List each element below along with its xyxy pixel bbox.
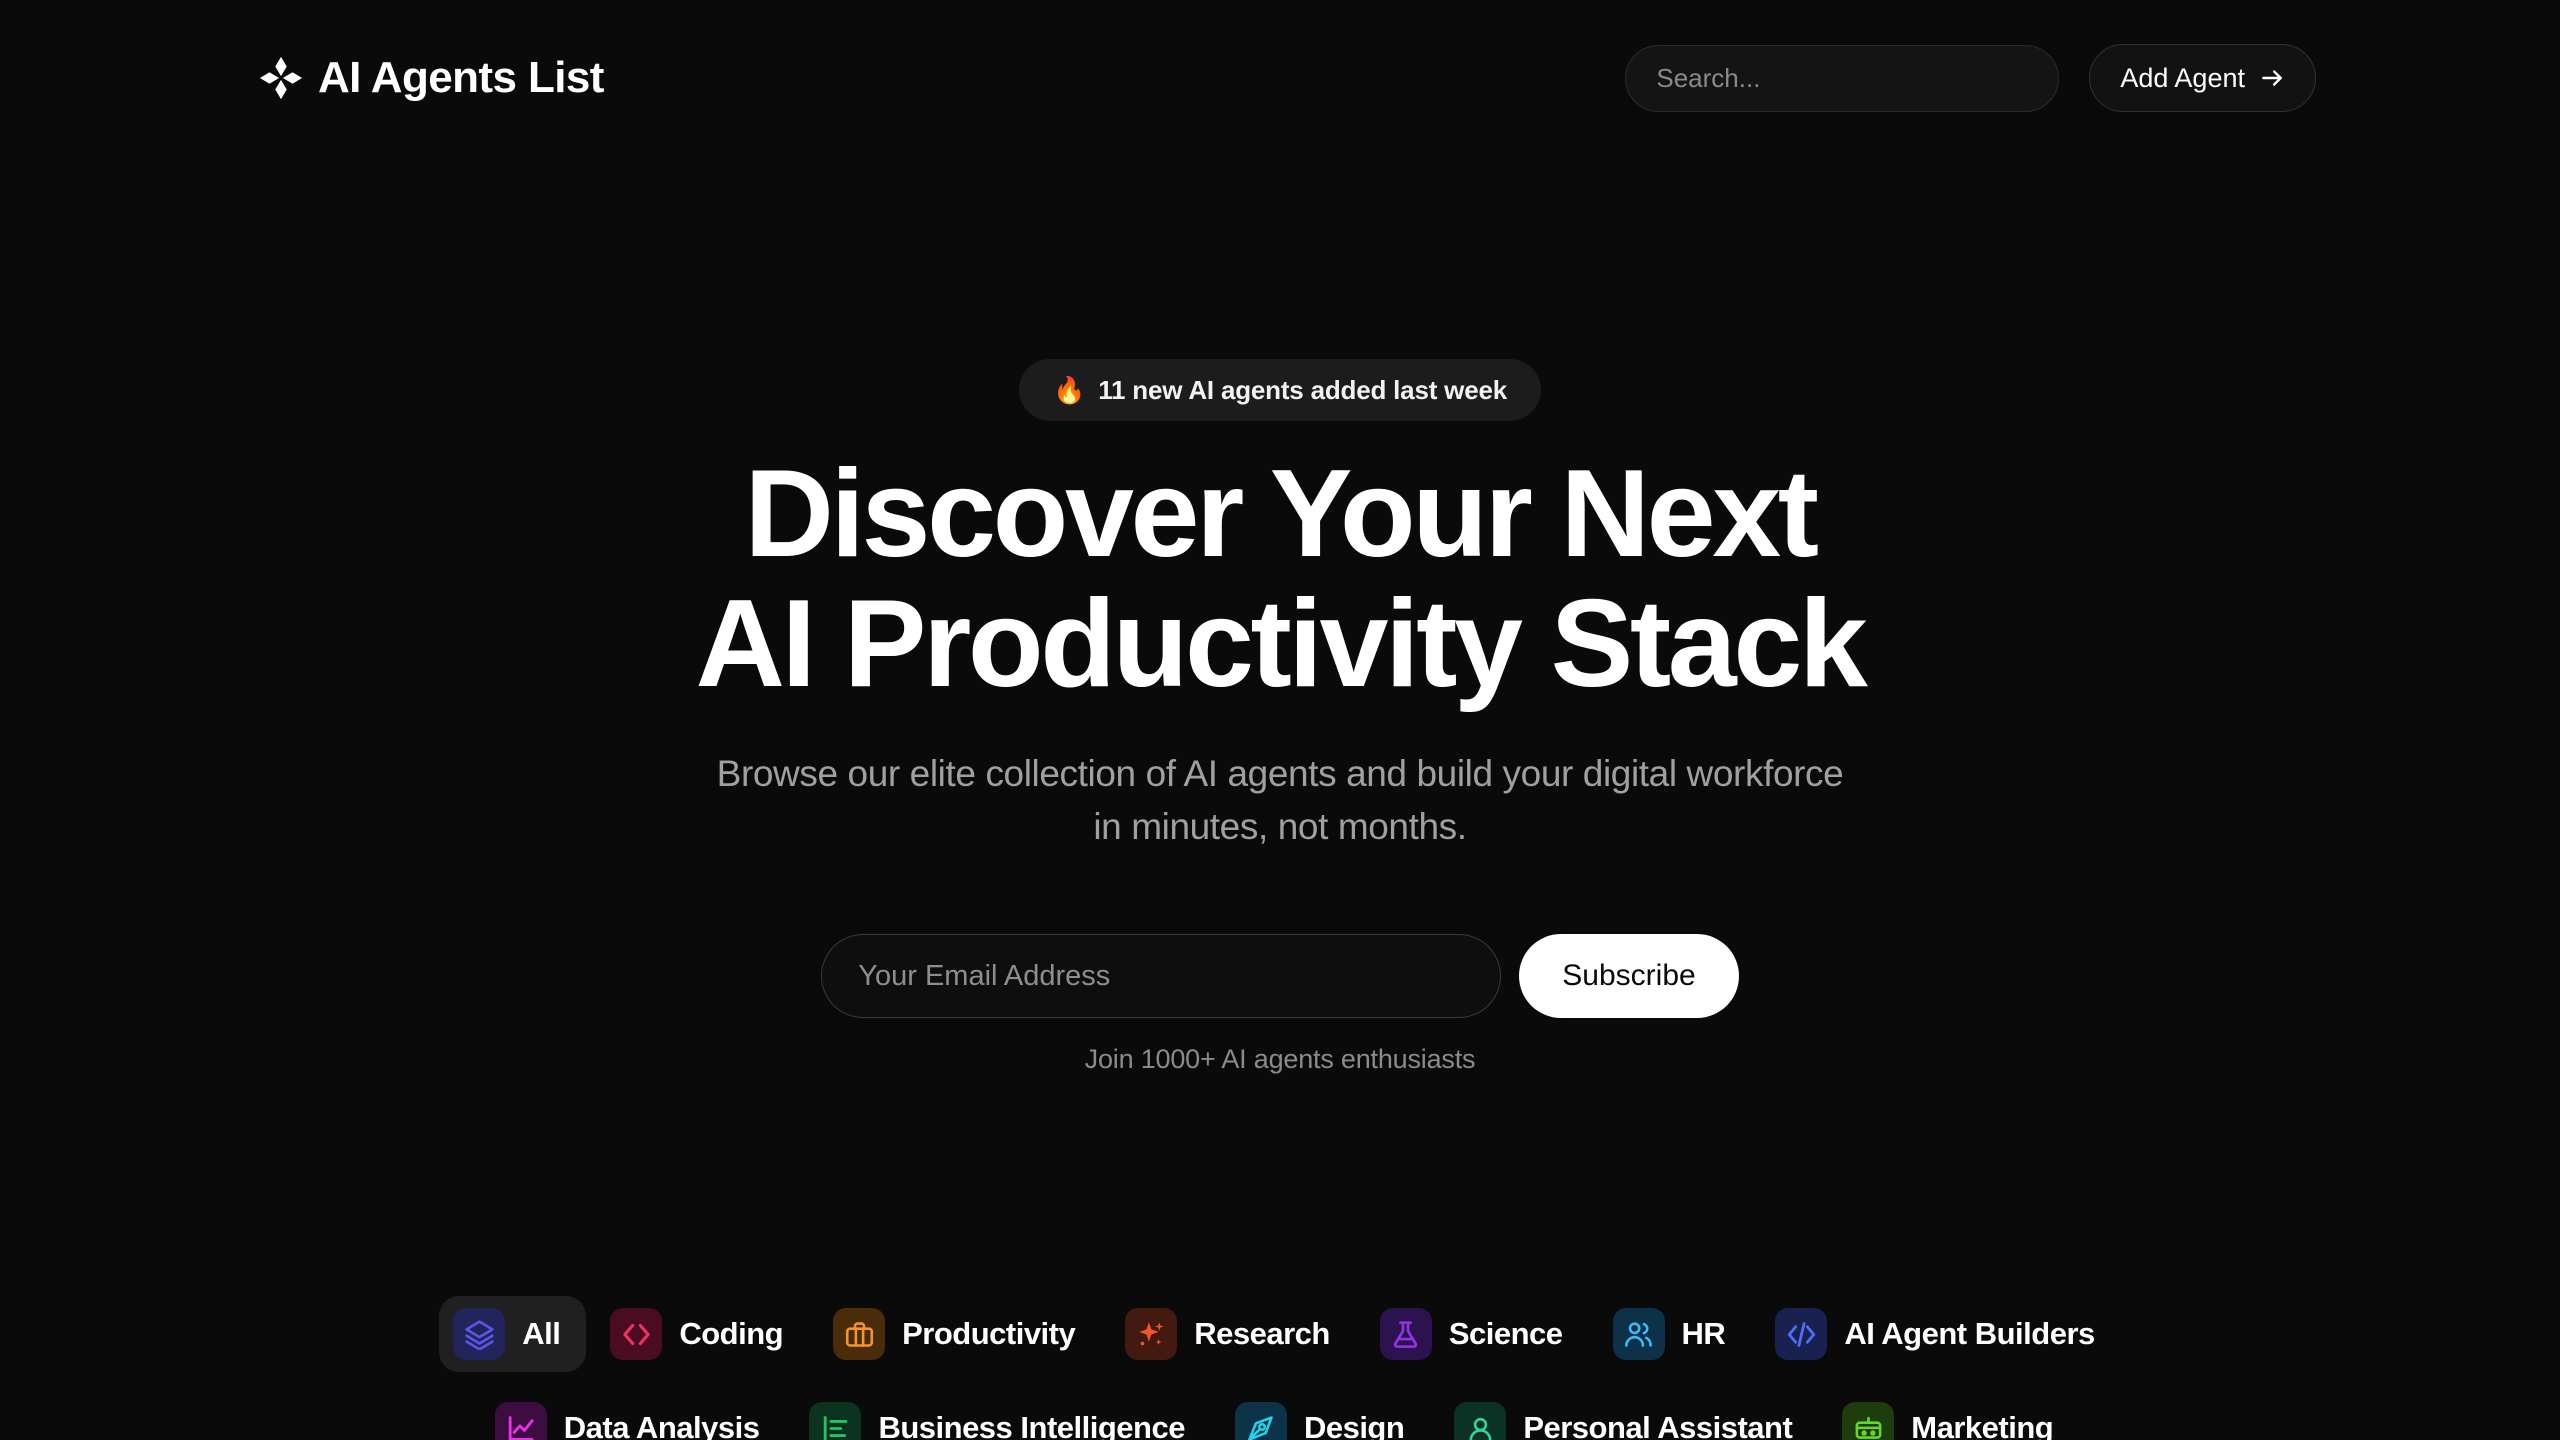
fire-emoji-icon: 🔥 bbox=[1053, 375, 1086, 405]
category-chip-data-analysis[interactable]: Data Analysis bbox=[481, 1390, 786, 1440]
category-chip-label: Data Analysis bbox=[563, 1410, 760, 1440]
subscribe-form: Subscribe bbox=[821, 934, 1739, 1019]
page-title: Discover Your Next AI Productivity Stack bbox=[695, 445, 1868, 713]
subscribe-note: Join 1000+ AI agents enthusiasts bbox=[1084, 1044, 1476, 1075]
subtitle-line-1: Browse our elite collection of AI agents… bbox=[716, 753, 1844, 794]
category-chip-business-intelligence[interactable]: Business Intelligence bbox=[795, 1390, 1211, 1440]
category-chip-label: Research bbox=[1194, 1316, 1330, 1351]
category-chip-label: HR bbox=[1681, 1316, 1726, 1351]
category-chip-marketing[interactable]: Marketing bbox=[1828, 1390, 2079, 1440]
category-row-1: All Coding Productivity Research Science HR AI… bbox=[439, 1296, 2121, 1372]
category-chip-coding[interactable]: Coding bbox=[596, 1296, 809, 1372]
headline-line-2: AI Productivity Stack bbox=[695, 575, 1868, 713]
sparkle-icon bbox=[1125, 1308, 1178, 1360]
layers-icon bbox=[453, 1308, 506, 1360]
page-root: AI Agents List Add Agent 🔥 11 new AI age… bbox=[0, 0, 2560, 1440]
header-actions: Add Agent bbox=[1625, 44, 2316, 112]
brand[interactable]: AI Agents List bbox=[258, 53, 604, 103]
flask-icon bbox=[1379, 1308, 1432, 1360]
category-chip-science[interactable]: Science bbox=[1366, 1296, 1589, 1372]
badge-text: 11 new AI agents added last week bbox=[1098, 374, 1507, 405]
pen-nib-icon bbox=[1234, 1402, 1287, 1440]
category-chip-label: Marketing bbox=[1911, 1410, 2054, 1440]
subtitle-line-2: in minutes, not months. bbox=[1093, 805, 1467, 847]
briefcase-icon bbox=[833, 1308, 886, 1360]
category-filter-bar: All Coding Productivity Research Science HR AI… bbox=[0, 1296, 2560, 1440]
category-chip-label: Design bbox=[1303, 1410, 1405, 1440]
category-chip-label: Productivity bbox=[902, 1316, 1076, 1351]
add-agent-label: Add Agent bbox=[2120, 62, 2245, 93]
category-chip-label: Coding bbox=[679, 1316, 784, 1351]
category-chip-label: Business Intelligence bbox=[878, 1410, 1185, 1440]
category-chip-research[interactable]: Research bbox=[1111, 1296, 1356, 1372]
site-header: AI Agents List Add Agent bbox=[0, 0, 2560, 156]
bar-list-icon bbox=[809, 1402, 862, 1440]
search-box[interactable] bbox=[1625, 44, 2060, 112]
email-field[interactable] bbox=[821, 934, 1502, 1019]
brand-name: AI Agents List bbox=[318, 53, 604, 102]
code-slash-icon bbox=[1775, 1308, 1828, 1360]
new-agents-badge: 🔥 11 new AI agents added last week bbox=[1019, 359, 1541, 421]
four-petal-sparkle-logo-icon bbox=[259, 56, 303, 100]
category-chip-label: Personal Assistant bbox=[1523, 1410, 1793, 1440]
category-chip-all[interactable]: All bbox=[439, 1296, 587, 1372]
category-chip-label: Science bbox=[1448, 1316, 1563, 1351]
category-chip-design[interactable]: Design bbox=[1221, 1390, 1430, 1440]
people-icon bbox=[1612, 1308, 1665, 1360]
category-chip-personal-assistant[interactable]: Personal Assistant bbox=[1440, 1390, 1818, 1440]
code-brackets-icon bbox=[610, 1308, 663, 1360]
arrow-right-icon bbox=[2262, 70, 2282, 86]
headline-line-1: Discover Your Next bbox=[744, 445, 1819, 583]
user-circle-icon bbox=[1454, 1402, 1507, 1440]
subscribe-button[interactable]: Subscribe bbox=[1519, 934, 1739, 1019]
category-chip-productivity[interactable]: Productivity bbox=[819, 1296, 1101, 1372]
category-row-2: Data Analysis Business Intelligence Design… bbox=[481, 1390, 2079, 1440]
category-chip-ai-agent-builders[interactable]: AI Agent Builders bbox=[1761, 1296, 2120, 1372]
category-chip-hr[interactable]: HR bbox=[1599, 1296, 1752, 1372]
hero-section: 🔥 11 new AI agents added last week Disco… bbox=[0, 156, 2560, 1075]
category-chip-label: All bbox=[522, 1316, 561, 1351]
search-input[interactable] bbox=[1656, 62, 2029, 94]
add-agent-button[interactable]: Add Agent bbox=[2089, 44, 2316, 112]
hero-subtitle: Browse our elite collection of AI agents… bbox=[717, 748, 1844, 853]
chart-icon bbox=[494, 1402, 547, 1440]
megaphone-icon bbox=[1842, 1402, 1895, 1440]
category-chip-label: AI Agent Builders bbox=[1844, 1316, 2095, 1351]
